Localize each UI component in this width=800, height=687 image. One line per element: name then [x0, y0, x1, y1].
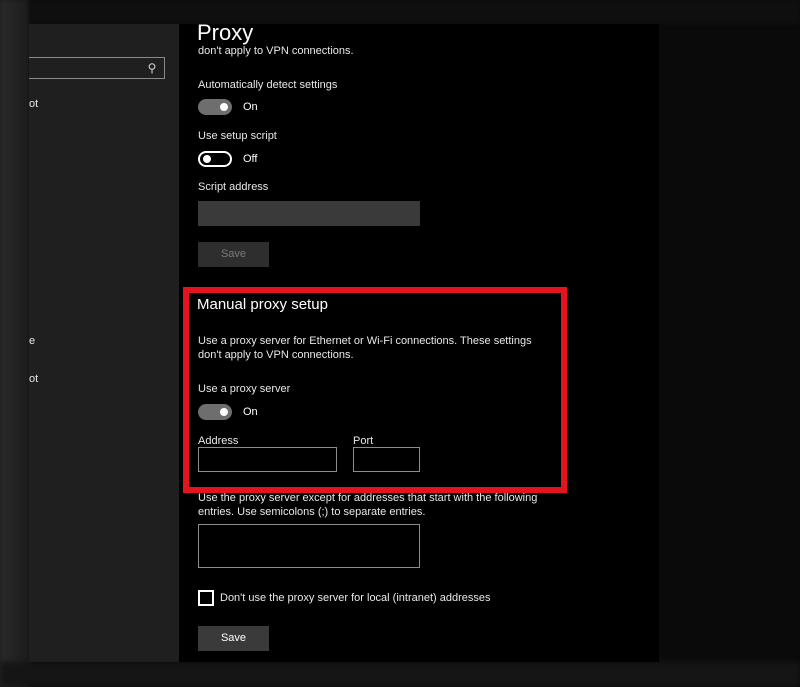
- local-bypass-label: Don't use the proxy server for local (in…: [220, 592, 491, 604]
- sidebar-item-fragment[interactable]: ot: [29, 98, 38, 110]
- exceptions-input[interactable]: [198, 524, 420, 568]
- script-address-label: Script address: [198, 181, 269, 193]
- sidebar-item-fragment[interactable]: ot: [29, 373, 38, 385]
- search-input[interactable]: ⚲: [29, 57, 165, 79]
- manual-proxy-highlight-frame: [183, 287, 567, 493]
- sidebar: ⚲ ot e ot: [29, 24, 179, 662]
- setup-script-label: Use setup script: [198, 130, 277, 142]
- blurred-left-edge: [0, 0, 30, 687]
- sidebar-item-fragment[interactable]: e: [29, 335, 35, 347]
- auto-detect-state: On: [243, 101, 258, 113]
- blurred-bottom-edge: [0, 662, 800, 687]
- toggle-knob: [220, 103, 228, 111]
- save-button[interactable]: Save: [198, 626, 269, 651]
- partial-description: don't apply to VPN connections.: [198, 45, 354, 57]
- search-icon[interactable]: ⚲: [145, 61, 159, 75]
- auto-detect-label: Automatically detect settings: [198, 79, 338, 91]
- local-bypass-checkbox[interactable]: [198, 590, 214, 606]
- setup-script-state: Off: [243, 153, 258, 165]
- toggle-knob: [203, 155, 211, 163]
- exceptions-description-line2: entries. Use semicolons (;) to separate …: [198, 506, 426, 518]
- setup-script-toggle[interactable]: [198, 151, 232, 167]
- blurred-top-edge: [30, 0, 800, 24]
- page-title: Proxy: [197, 24, 254, 45]
- script-address-field[interactable]: [198, 201, 420, 226]
- script-save-button[interactable]: Save: [198, 242, 269, 267]
- exceptions-description-line1: Use the proxy server except for addresse…: [198, 492, 538, 504]
- auto-detect-toggle[interactable]: [198, 99, 232, 115]
